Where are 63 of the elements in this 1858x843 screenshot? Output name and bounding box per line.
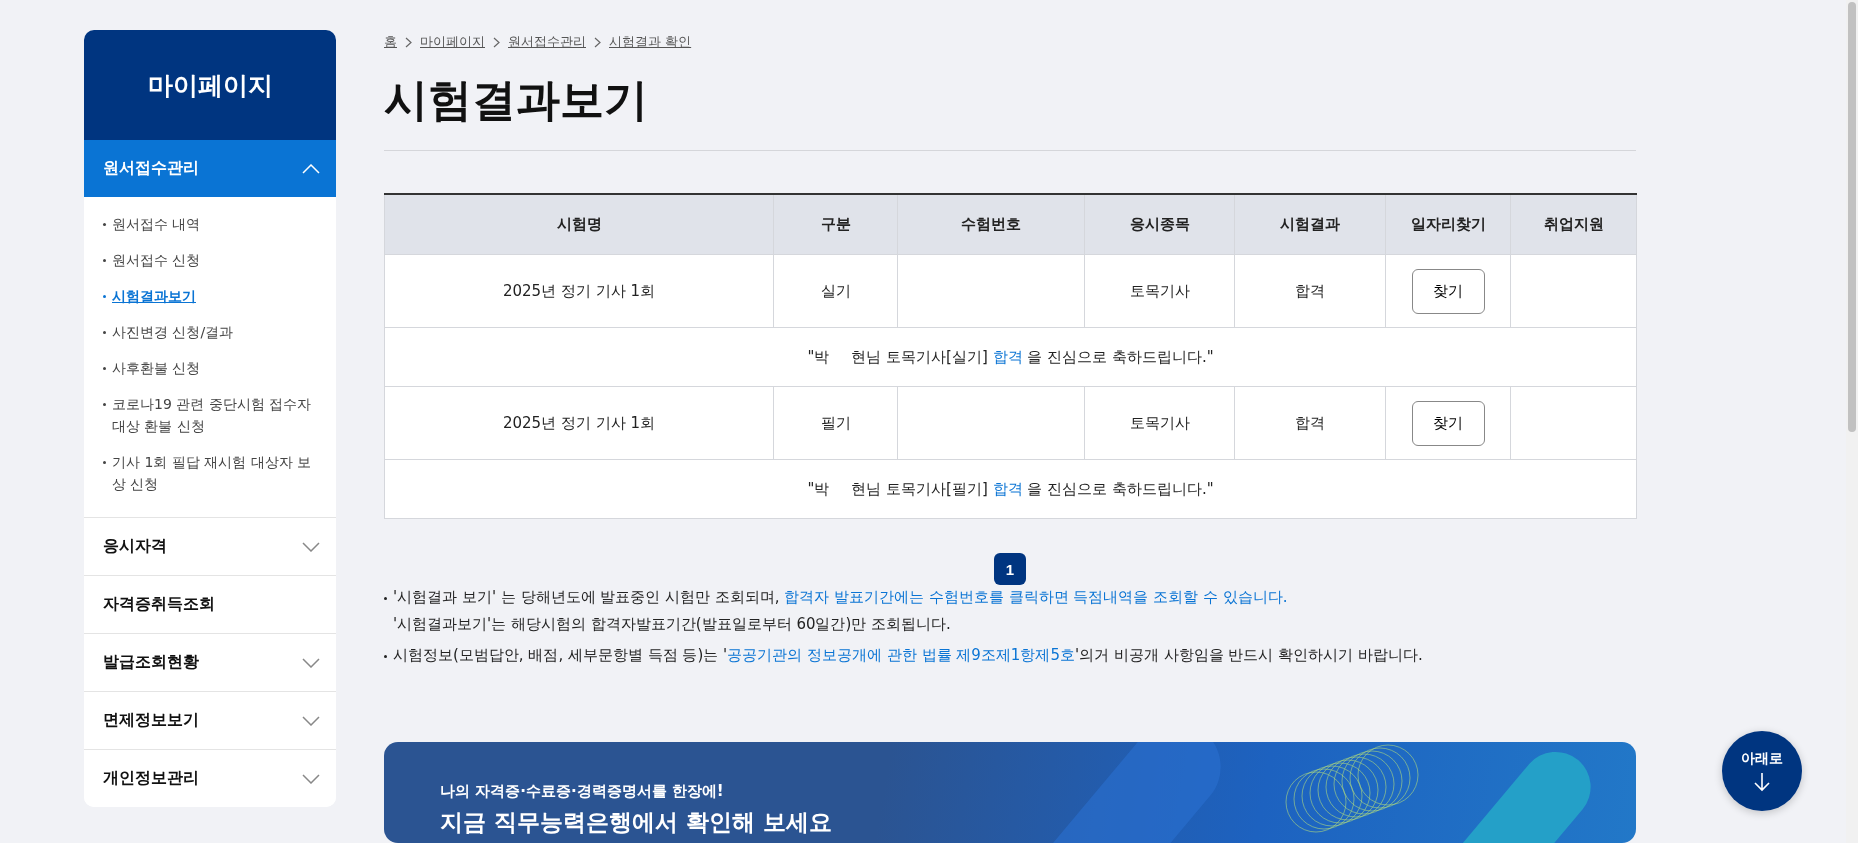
note-link[interactable]: 합격자 발표기간에는 수험번호를 클릭하면 득점내역을 조회할 수 있습니다.: [784, 588, 1288, 606]
breadcrumb-link[interactable]: 시험결과 확인: [609, 33, 692, 51]
bullet-icon: [384, 597, 387, 600]
chevron-right-icon: [493, 36, 500, 48]
breadcrumb-link[interactable]: 홈: [384, 33, 397, 51]
chevron-right-icon: [594, 36, 601, 48]
bullet-icon: [103, 367, 106, 370]
table-cell: 2025년 정기 기사 1회: [384, 386, 774, 460]
section-label: 자격증취득조회: [103, 594, 215, 615]
section-label: 면제정보보기: [103, 710, 199, 731]
chevron-right-icon: [405, 36, 412, 48]
sidebar-item[interactable]: 시험결과보기: [103, 285, 320, 307]
table-cell: 토목기사: [1084, 386, 1235, 460]
banner-subtitle: 나의 자격증·수료증·경력증명서를 한장에!: [440, 782, 725, 801]
column-header: 시험명: [384, 194, 774, 255]
note-text: '시험결과보기'는 해당시험의 합격자발표기간(발표일로부터 60일간)만 조회됩니다.: [393, 614, 952, 635]
column-header: 구분: [773, 194, 898, 255]
sidebar-item[interactable]: 원서접수 신청: [103, 249, 320, 271]
note-text: 시험정보(모범답안, 배점, 세부문항별 득점 등)는 '공공기관의 정보공개에 관한 법률 제9조제1항제5호'의거 비공개 사항임을 반드시 확인하시기 바랍니다.: [393, 645, 1423, 666]
sidebar-item[interactable]: 사진변경 신청/결과: [103, 321, 320, 343]
arrow-down-icon: [1753, 772, 1771, 792]
section-label: 응시자격: [103, 536, 167, 557]
bullet-icon: [103, 223, 106, 226]
note-text: '시험결과 보기' 는 당해년도에 발표중인 시험만 조회되며, 합격자 발표기간에는 수험번호를 클릭하면 득점내역을 조회할 수 있습니다.: [393, 587, 1288, 608]
scrollbar[interactable]: [1846, 0, 1858, 843]
promo-banner[interactable]: 나의 자격증·수료증·경력증명서를 한장에! 지금 직무능력은행에서 확인해 보세요: [384, 742, 1636, 843]
sidebar-item[interactable]: 원서접수 내역: [103, 213, 320, 235]
banner-title: 지금 직무능력은행에서 확인해 보세요: [440, 808, 834, 837]
find-button[interactable]: 찾기: [1411, 268, 1485, 314]
congratulation-message: "박 현님 토목기사[실기] 합격 을 진심으로 축하드립니다.": [807, 347, 1214, 366]
sidebar-section[interactable]: 원서접수관리: [84, 140, 336, 197]
breadcrumb-link[interactable]: 원서접수관리: [508, 33, 586, 51]
bullet-icon: [103, 331, 106, 334]
section-label: 원서접수관리: [103, 158, 199, 179]
bullet-icon: [103, 461, 106, 464]
page-title: 시험결과보기: [384, 71, 1636, 151]
table-cell: 합격: [1234, 254, 1386, 328]
sidebar-item[interactable]: 기사 1회 필답 재시험 대상자 보상 신청: [103, 451, 320, 495]
column-header: 수험번호: [897, 194, 1085, 255]
bullet-icon: [384, 655, 387, 658]
section-label: 발급조회현황: [103, 652, 199, 673]
table-cell: 실기: [773, 254, 898, 328]
section-label: 개인정보관리: [103, 768, 199, 789]
column-header: 취업지원: [1510, 194, 1637, 255]
sidebar-title: 마이페이지: [84, 30, 336, 140]
scroll-down-button[interactable]: 아래로: [1722, 731, 1802, 811]
congratulation-message: "박 현님 토목기사[필기] 합격 을 진심으로 축하드립니다.": [807, 479, 1214, 498]
page-button[interactable]: 1: [994, 553, 1026, 585]
bullet-icon: [103, 295, 106, 298]
bullet-icon: [103, 403, 106, 406]
table-cell: 토목기사: [1084, 254, 1235, 328]
table-cell: 필기: [773, 386, 898, 460]
table-cell: 합격: [1234, 386, 1386, 460]
bullet-icon: [103, 259, 106, 262]
breadcrumb-link[interactable]: 마이페이지: [420, 33, 485, 51]
column-header: 응시종목: [1084, 194, 1235, 255]
column-header: 시험결과: [1234, 194, 1386, 255]
find-button[interactable]: 찾기: [1411, 400, 1485, 446]
sidebar-item[interactable]: 코로나19 관련 중단시험 접수자 대상 환불 신청: [103, 393, 320, 437]
column-header: 일자리찾기: [1385, 194, 1511, 255]
note-link[interactable]: 공공기관의 정보공개에 관한 법률 제9조제1항제5호: [727, 646, 1075, 664]
sidebar-item[interactable]: 사후환불 신청: [103, 357, 320, 379]
table-cell: 2025년 정기 기사 1회: [384, 254, 774, 328]
